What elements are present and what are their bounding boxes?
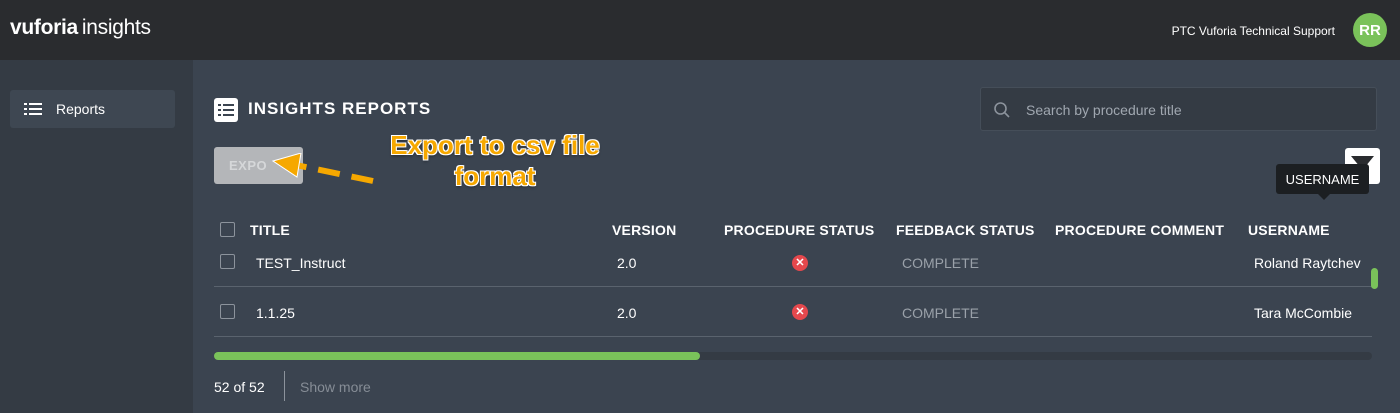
app-logo[interactable]: vuforia insights xyxy=(10,16,151,40)
row-title[interactable]: TEST_Instruct xyxy=(256,255,345,271)
row-divider xyxy=(214,336,1372,337)
row-username: Roland Raytchev xyxy=(1254,255,1361,271)
username-tooltip: USERNAME xyxy=(1276,164,1369,200)
result-count: 52 of 52 xyxy=(214,379,265,395)
sidebar-item-label: Reports xyxy=(56,101,106,117)
page-title: INSIGHTS REPORTS xyxy=(248,99,432,118)
row-title[interactable]: 1.1.25 xyxy=(256,305,295,321)
horizontal-scrollbar-thumb[interactable] xyxy=(214,352,700,360)
search-box xyxy=(980,87,1377,131)
error-status-icon: ✕ xyxy=(792,304,808,320)
main-content: INSIGHTS REPORTS EXPO Export to csv file… xyxy=(193,60,1400,413)
annotation-line-1: Export to csv file xyxy=(390,130,600,160)
row-checkbox[interactable] xyxy=(220,254,235,269)
row-divider xyxy=(214,286,1372,287)
search-input[interactable] xyxy=(1026,99,1356,121)
export-annotation: Export to csv file format xyxy=(375,130,615,192)
row-feedback-status: COMPLETE xyxy=(902,305,980,321)
row-version: 2.0 xyxy=(617,255,637,271)
annotation-line-2: format xyxy=(454,161,536,191)
sidebar: Reports xyxy=(0,60,193,413)
list-icon xyxy=(24,103,42,115)
sidebar-item-reports[interactable]: Reports xyxy=(10,90,175,128)
reports-list-icon xyxy=(214,98,238,122)
column-feedback-status[interactable]: FEEDBACK STATUS xyxy=(896,222,1035,238)
arrow-annotation-icon xyxy=(271,153,374,184)
show-more-link[interactable]: Show more xyxy=(300,379,371,395)
column-procedure-status[interactable]: PROCEDURE STATUS xyxy=(724,222,874,238)
vertical-scrollbar[interactable] xyxy=(1371,268,1378,289)
column-title[interactable]: TITLE xyxy=(250,222,290,238)
select-all-checkbox[interactable] xyxy=(220,222,235,237)
search-icon xyxy=(994,102,1010,118)
error-status-icon: ✕ xyxy=(792,255,808,271)
column-procedure-comment[interactable]: PROCEDURE COMMENT xyxy=(1055,222,1224,238)
row-version: 2.0 xyxy=(617,305,637,321)
brand-secondary: insights xyxy=(81,16,151,39)
footer-divider xyxy=(284,371,285,401)
brand-primary: vuforia xyxy=(10,16,78,39)
column-username[interactable]: USERNAME xyxy=(1248,222,1330,238)
row-checkbox[interactable] xyxy=(220,304,235,319)
column-version[interactable]: VERSION xyxy=(612,222,676,238)
organization-name: PTC Vuforia Technical Support xyxy=(1171,24,1335,38)
row-username: Tara McCombie xyxy=(1254,305,1353,321)
row-feedback-status: COMPLETE xyxy=(902,255,980,271)
user-avatar[interactable]: RR xyxy=(1353,13,1387,47)
top-bar: vuforia insights PTC Vuforia Technical Su… xyxy=(0,0,1400,60)
